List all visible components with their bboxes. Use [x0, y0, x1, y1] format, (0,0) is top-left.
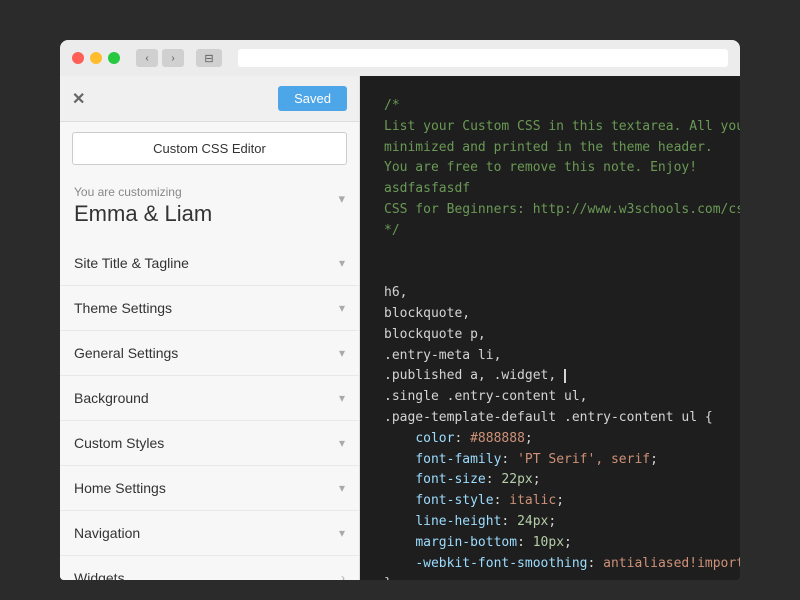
window-chrome: ‹ › ⊟ — [60, 40, 740, 76]
chevron-right-icon: › — [341, 571, 345, 580]
sidebar-item-site-title[interactable]: Site Title & Tagline ▾ — [60, 241, 359, 286]
sidebar-item-label: Custom Styles — [74, 435, 164, 451]
sidebar: ✕ Saved Custom CSS Editor You are custom… — [60, 76, 360, 580]
close-button[interactable]: ✕ — [72, 89, 85, 109]
chevron-down-icon: ▾ — [339, 301, 345, 315]
chevron-down-icon: ▾ — [339, 346, 345, 360]
forward-button[interactable]: › — [162, 49, 184, 67]
sidebar-item-label: Navigation — [74, 525, 140, 541]
traffic-light-green[interactable] — [108, 52, 120, 64]
sidebar-menu: Site Title & Tagline ▾ Theme Settings ▾ … — [60, 241, 359, 580]
customizing-label: You are customizing — [74, 185, 212, 199]
sidebar-item-home-settings[interactable]: Home Settings ▾ — [60, 466, 359, 511]
custom-css-editor-button[interactable]: Custom CSS Editor — [72, 132, 347, 165]
chevron-down-icon: ▾ — [339, 526, 345, 540]
sidebar-item-label: Site Title & Tagline — [74, 255, 189, 271]
url-bar[interactable] — [238, 49, 728, 67]
chevron-down-icon: ▾ — [339, 256, 345, 270]
traffic-light-yellow[interactable] — [90, 52, 102, 64]
traffic-lights — [72, 52, 120, 64]
customizing-name: Emma & Liam — [74, 201, 212, 227]
sidebar-item-background[interactable]: Background ▾ — [60, 376, 359, 421]
sidebar-item-theme-settings[interactable]: Theme Settings ▾ — [60, 286, 359, 331]
main-area: ✕ Saved Custom CSS Editor You are custom… — [60, 76, 740, 580]
sidebar-item-label: Theme Settings — [74, 300, 172, 316]
customizing-chevron-icon: ▾ — [338, 191, 345, 207]
chevron-down-icon: ▾ — [339, 481, 345, 495]
saved-button[interactable]: Saved — [278, 86, 347, 111]
sidebar-item-general-settings[interactable]: General Settings ▾ — [60, 331, 359, 376]
nav-buttons: ‹ › — [136, 49, 184, 67]
chevron-down-icon: ▾ — [339, 436, 345, 450]
sidebar-toggle-button[interactable]: ⊟ — [196, 49, 222, 67]
sidebar-item-label: Background — [74, 390, 149, 406]
sidebar-item-widgets[interactable]: Widgets › — [60, 556, 359, 580]
sidebar-item-label: Home Settings — [74, 480, 166, 496]
back-button[interactable]: ‹ — [136, 49, 158, 67]
traffic-light-red[interactable] — [72, 52, 84, 64]
sidebar-item-navigation[interactable]: Navigation ▾ — [60, 511, 359, 556]
sidebar-item-custom-styles[interactable]: Custom Styles ▾ — [60, 421, 359, 466]
sidebar-header: ✕ Saved — [60, 76, 359, 122]
sidebar-item-label: Widgets — [74, 570, 125, 580]
chevron-down-icon: ▾ — [339, 391, 345, 405]
customizing-section: You are customizing Emma & Liam ▾ — [60, 175, 359, 233]
sidebar-item-label: General Settings — [74, 345, 178, 361]
code-editor[interactable]: /* List your Custom CSS in this textarea… — [360, 76, 740, 580]
